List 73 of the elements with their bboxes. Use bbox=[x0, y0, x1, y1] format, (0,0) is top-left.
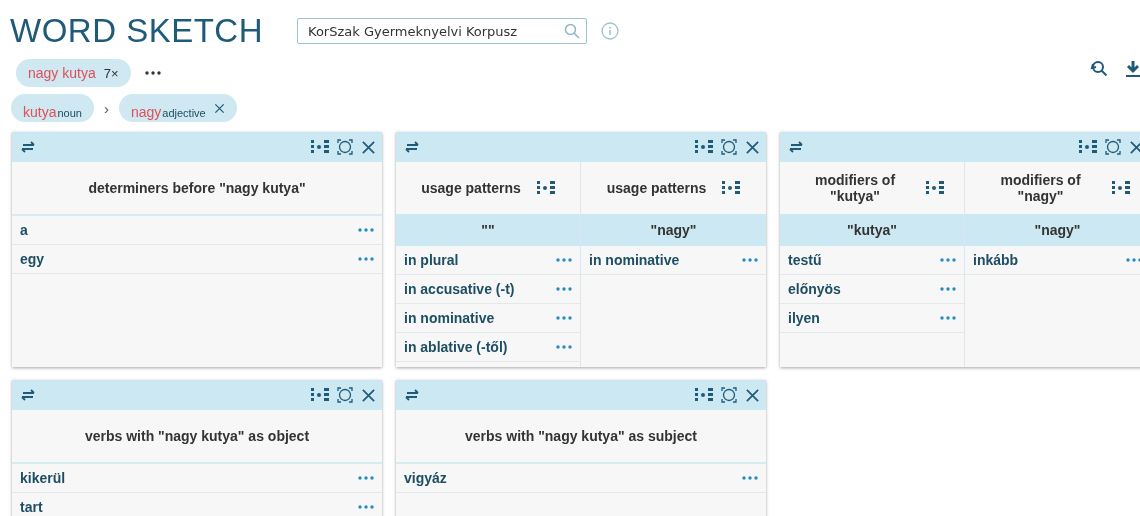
result-row[interactable]: inkább bbox=[965, 246, 1140, 275]
close-icon[interactable] bbox=[213, 103, 225, 114]
collocate: egy bbox=[20, 251, 45, 267]
collocate: inkább bbox=[973, 252, 1019, 268]
collocate: in accusative (-t) bbox=[404, 281, 515, 297]
focus-icon[interactable] bbox=[721, 387, 737, 403]
close-icon[interactable] bbox=[361, 387, 376, 403]
result-row[interactable]: in ablative (-től) bbox=[396, 333, 580, 362]
swap-icon[interactable] bbox=[20, 389, 36, 401]
result-row[interactable]: in nominative bbox=[396, 304, 580, 333]
relation-title: usage patterns bbox=[421, 180, 521, 196]
collocate: in nominative bbox=[404, 310, 495, 326]
result-row[interactable]: vigyáz bbox=[396, 464, 766, 493]
collocate: a bbox=[20, 222, 28, 238]
relation-title: verbs with "nagy kutya" as subject bbox=[396, 410, 766, 464]
breadcrumb-separator: › bbox=[103, 99, 109, 117]
close-icon[interactable] bbox=[361, 139, 376, 155]
result-row[interactable]: ilyen bbox=[780, 304, 964, 333]
collocate: ilyen bbox=[788, 310, 820, 326]
close-icon[interactable] bbox=[745, 387, 760, 403]
concordance-icon[interactable] bbox=[926, 181, 944, 195]
page-title: WORD SKETCH bbox=[10, 12, 263, 50]
column-header: "nagy" bbox=[581, 214, 766, 246]
relation-title: usage patterns bbox=[606, 180, 707, 196]
concordance-icon[interactable] bbox=[695, 388, 713, 402]
query-chip[interactable]: nagy kutya 7× bbox=[16, 59, 131, 87]
swap-icon[interactable] bbox=[20, 141, 36, 153]
swap-icon[interactable] bbox=[404, 389, 420, 401]
swap-icon[interactable] bbox=[404, 141, 420, 153]
focus-icon[interactable] bbox=[721, 139, 737, 155]
result-row[interactable]: kikerül bbox=[12, 464, 382, 493]
relation-title: verbs with "nagy kutya" as object bbox=[12, 410, 382, 464]
lemma-chip[interactable]: kutyanoun bbox=[11, 94, 94, 122]
collocate: in ablative (-től) bbox=[404, 339, 508, 355]
collocate: testű bbox=[788, 252, 822, 268]
close-icon[interactable] bbox=[745, 139, 760, 155]
column-header: "nagy" bbox=[965, 214, 1140, 246]
collocate: vigyáz bbox=[404, 470, 447, 486]
concordance-icon[interactable] bbox=[722, 181, 741, 195]
focus-icon[interactable] bbox=[337, 387, 353, 403]
more-icon[interactable] bbox=[144, 71, 161, 75]
concordance-icon[interactable] bbox=[311, 140, 329, 154]
result-row[interactable]: in accusative (-t) bbox=[396, 275, 580, 304]
collocate: in nominative bbox=[589, 252, 680, 268]
concordance-icon[interactable] bbox=[311, 388, 329, 402]
download-icon[interactable] bbox=[1126, 60, 1140, 78]
focus-icon[interactable] bbox=[1105, 139, 1121, 155]
result-row[interactable]: a bbox=[12, 216, 382, 245]
concordance-icon[interactable] bbox=[536, 181, 555, 195]
column-header: "" bbox=[396, 214, 580, 246]
relation-title: modifiers of "nagy" bbox=[999, 172, 1082, 204]
collocate: előnyös bbox=[788, 281, 841, 297]
collocate: tart bbox=[20, 499, 43, 515]
lemma-chip[interactable]: nagyadjective bbox=[118, 94, 237, 122]
result-row[interactable]: egy bbox=[12, 245, 382, 274]
swap-icon[interactable] bbox=[788, 141, 804, 153]
relation-title: determiners before "nagy kutya" bbox=[12, 162, 382, 216]
result-row[interactable]: tart bbox=[12, 493, 382, 516]
collocate: kikerül bbox=[20, 470, 66, 486]
column-header: "kutya" bbox=[780, 214, 964, 246]
result-row[interactable]: in nominative bbox=[581, 246, 766, 275]
close-icon[interactable] bbox=[1129, 139, 1140, 155]
corpus-field[interactable]: KorSzak Gyermeknyelvi Korpusz bbox=[297, 18, 587, 44]
reset-search-icon[interactable] bbox=[1090, 60, 1108, 78]
concordance-icon[interactable] bbox=[1111, 181, 1130, 195]
result-row[interactable]: in plural bbox=[396, 246, 580, 275]
relation-title: modifiers of "kutya" bbox=[813, 172, 897, 204]
focus-icon[interactable] bbox=[337, 139, 353, 155]
collocate: in plural bbox=[404, 252, 459, 268]
concordance-icon[interactable] bbox=[695, 140, 713, 154]
result-row[interactable]: testű bbox=[780, 246, 964, 275]
result-row[interactable]: előnyös bbox=[780, 275, 964, 304]
concordance-icon[interactable] bbox=[1079, 140, 1097, 154]
